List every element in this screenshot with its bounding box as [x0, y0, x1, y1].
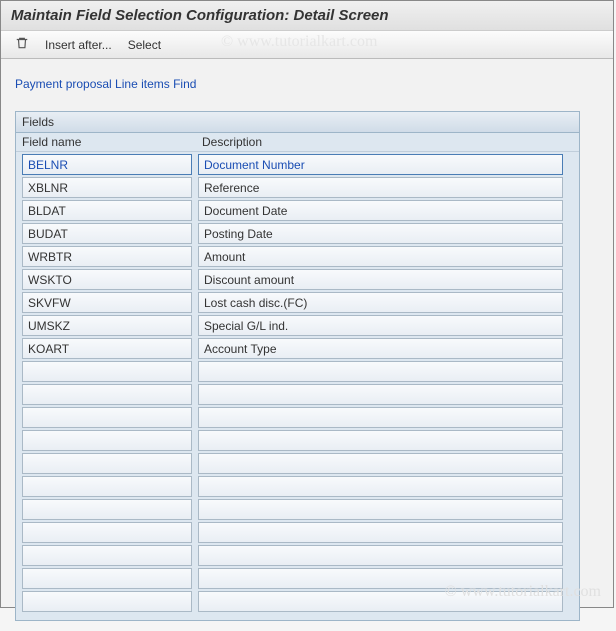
- field-description-input[interactable]: [198, 315, 563, 336]
- field-name-input[interactable]: [22, 154, 192, 175]
- table-row: [22, 246, 573, 267]
- breadcrumb-link[interactable]: Payment proposal Line items Find: [15, 77, 196, 91]
- field-name-input[interactable]: [22, 200, 192, 221]
- field-description-input[interactable]: [198, 453, 563, 474]
- table-row: [22, 453, 573, 474]
- field-name-input[interactable]: [22, 177, 192, 198]
- table-row: [22, 315, 573, 336]
- table-row: [22, 177, 573, 198]
- toolbar: Insert after... Select: [1, 31, 613, 59]
- field-description-input[interactable]: [198, 292, 563, 313]
- table-row: [22, 384, 573, 405]
- field-name-input[interactable]: [22, 522, 192, 543]
- field-name-input[interactable]: [22, 430, 192, 451]
- fields-box-title: Fields: [16, 112, 579, 133]
- field-description-input[interactable]: [198, 338, 563, 359]
- column-header-fieldname: Field name: [22, 135, 202, 149]
- field-description-input[interactable]: [198, 545, 563, 566]
- table-row: [22, 154, 573, 175]
- field-description-input[interactable]: [198, 361, 563, 382]
- field-description-input[interactable]: [198, 177, 563, 198]
- field-name-input[interactable]: [22, 292, 192, 313]
- field-name-input[interactable]: [22, 246, 192, 267]
- trash-icon: [15, 36, 29, 53]
- table-row: [22, 430, 573, 451]
- table-row: [22, 200, 573, 221]
- fields-columns-header: Field name Description: [16, 133, 579, 152]
- field-description-input[interactable]: [198, 499, 563, 520]
- field-name-input[interactable]: [22, 568, 192, 589]
- field-name-input[interactable]: [22, 453, 192, 474]
- app-window: © www.tutorialkart.com Maintain Field Se…: [0, 0, 614, 608]
- table-row: [22, 499, 573, 520]
- field-description-input[interactable]: [198, 200, 563, 221]
- field-name-input[interactable]: [22, 499, 192, 520]
- field-description-input[interactable]: [198, 246, 563, 267]
- field-description-input[interactable]: [198, 568, 563, 589]
- insert-after-button[interactable]: Insert after...: [39, 36, 118, 54]
- table-row: [22, 292, 573, 313]
- field-name-input[interactable]: [22, 315, 192, 336]
- table-row: [22, 591, 573, 612]
- field-name-input[interactable]: [22, 591, 192, 612]
- table-row: [22, 522, 573, 543]
- field-description-input[interactable]: [198, 430, 563, 451]
- field-name-input[interactable]: [22, 338, 192, 359]
- delete-button[interactable]: [9, 34, 35, 55]
- table-row: [22, 361, 573, 382]
- field-name-input[interactable]: [22, 384, 192, 405]
- field-name-input[interactable]: [22, 269, 192, 290]
- field-description-input[interactable]: [198, 154, 563, 175]
- field-name-input[interactable]: [22, 545, 192, 566]
- field-name-input[interactable]: [22, 407, 192, 428]
- table-row: [22, 545, 573, 566]
- table-row: [22, 269, 573, 290]
- field-name-input[interactable]: [22, 476, 192, 497]
- field-description-input[interactable]: [198, 476, 563, 497]
- table-row: [22, 223, 573, 244]
- table-row: [22, 407, 573, 428]
- table-row: [22, 338, 573, 359]
- content-area: Payment proposal Line items Find Fields …: [1, 59, 613, 631]
- field-name-input[interactable]: [22, 361, 192, 382]
- field-description-input[interactable]: [198, 407, 563, 428]
- table-row: [22, 568, 573, 589]
- fields-rows-container: [16, 152, 579, 620]
- field-description-input[interactable]: [198, 384, 563, 405]
- title-bar: Maintain Field Selection Configuration: …: [1, 1, 613, 31]
- page-title: Maintain Field Selection Configuration: …: [11, 7, 389, 24]
- select-button[interactable]: Select: [122, 36, 167, 54]
- field-name-input[interactable]: [22, 223, 192, 244]
- column-header-description: Description: [202, 135, 573, 149]
- field-description-input[interactable]: [198, 522, 563, 543]
- field-description-input[interactable]: [198, 223, 563, 244]
- table-row: [22, 476, 573, 497]
- field-description-input[interactable]: [198, 591, 563, 612]
- fields-box: Fields Field name Description: [15, 111, 580, 621]
- field-description-input[interactable]: [198, 269, 563, 290]
